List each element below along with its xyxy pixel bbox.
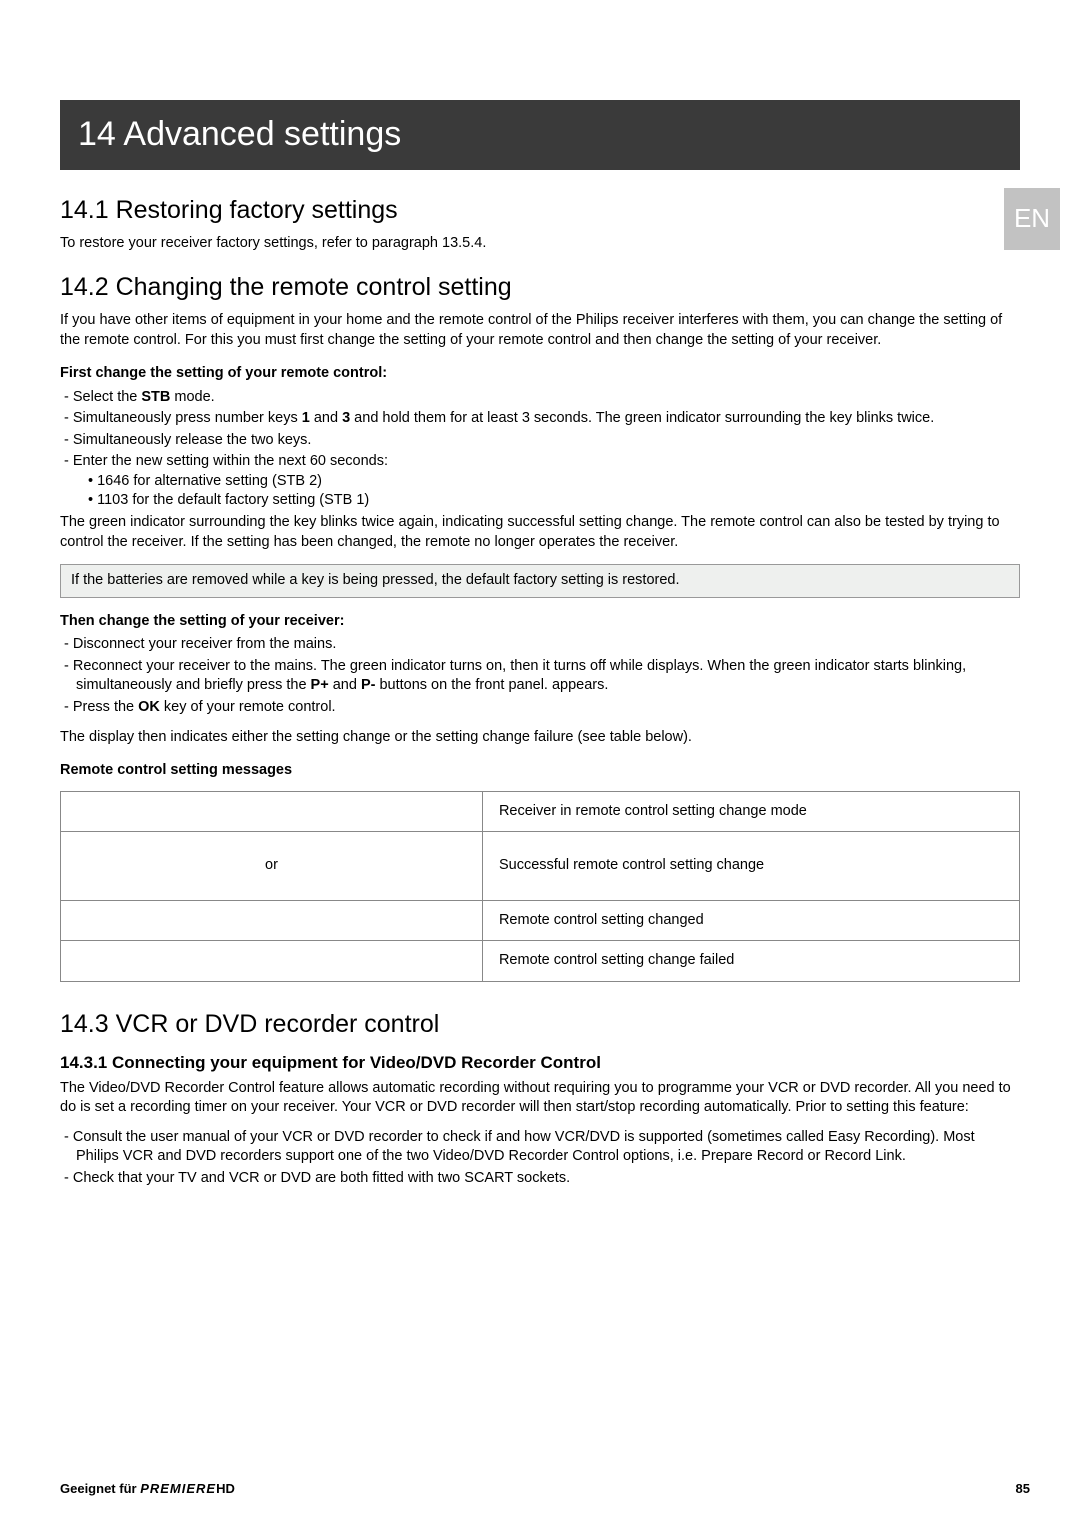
list-item: Check that your TV and VCR or DVD are bo… bbox=[60, 1169, 1020, 1189]
table-row: Remote control setting changed bbox=[61, 900, 1020, 941]
first-change-outro: The green indicator surrounding the key … bbox=[60, 513, 1020, 552]
list-item: Enter the new setting within the next 60… bbox=[60, 452, 1020, 511]
language-tab: EN bbox=[1004, 188, 1060, 250]
first-change-list: Select the STB mode. Simultaneously pres… bbox=[60, 388, 1020, 511]
then-change-list: Disconnect your receiver from the mains.… bbox=[60, 635, 1020, 717]
section-14-2-intro: If you have other items of equipment in … bbox=[60, 311, 1020, 350]
table-cell: Successful remote control setting change bbox=[482, 832, 1019, 901]
list-item: Select the STB mode. bbox=[60, 388, 1020, 408]
text-run: and bbox=[329, 677, 361, 693]
text-run: Press the bbox=[73, 699, 138, 715]
messages-heading: Remote control setting messages bbox=[60, 761, 1020, 781]
section-14-1-title: 14.1 Restoring factory settings bbox=[60, 194, 1020, 228]
section-14-1-text: To restore your receiver factory setting… bbox=[60, 234, 1020, 254]
table-row: Receiver in remote control setting chang… bbox=[61, 791, 1020, 832]
footer-left: Geeignet für PREMIEREHD bbox=[60, 1480, 235, 1498]
section-14-3-1-list: Consult the user manual of your VCR or D… bbox=[60, 1128, 1020, 1189]
p-minus-label: P- bbox=[361, 677, 376, 693]
stb-label: STB bbox=[141, 389, 170, 405]
footer-brand: PREMIERE bbox=[140, 1481, 216, 1496]
list-item: 1646 for alternative setting (STB 2) bbox=[100, 472, 1020, 492]
text-run: mode. bbox=[170, 389, 214, 405]
table-cell: Remote control setting change failed bbox=[482, 941, 1019, 982]
text-run: buttons on the front panel. appears. bbox=[375, 677, 608, 693]
text-run: and hold them for at least 3 seconds. Th… bbox=[350, 410, 934, 426]
list-item: Reconnect your receiver to the mains. Th… bbox=[60, 657, 1020, 696]
chapter-title-bar: 14 Advanced settings bbox=[60, 100, 1020, 170]
footer-text: Geeignet für bbox=[60, 1481, 140, 1496]
footer-hd: HD bbox=[216, 1481, 235, 1496]
section-14-3-1-title: 14.3.1 Connecting your equipment for Vid… bbox=[60, 1052, 1020, 1075]
section-14-3-1-intro: The Video/DVD Recorder Control feature a… bbox=[60, 1079, 1020, 1118]
messages-table: Receiver in remote control setting chang… bbox=[60, 791, 1020, 982]
page-footer: Geeignet für PREMIEREHD 85 bbox=[60, 1480, 1030, 1498]
key-3: 3 bbox=[342, 410, 350, 426]
table-cell bbox=[61, 791, 483, 832]
text-run: Enter the new setting within the next 60… bbox=[73, 453, 388, 469]
p-plus-label: P+ bbox=[311, 677, 329, 693]
then-change-heading: Then change the setting of your receiver… bbox=[60, 612, 1020, 632]
table-cell: Receiver in remote control setting chang… bbox=[482, 791, 1019, 832]
note-box: If the batteries are removed while a key… bbox=[60, 564, 1020, 598]
table-cell: or bbox=[61, 832, 483, 901]
text-run: Simultaneously press number keys bbox=[73, 410, 302, 426]
section-14-3-title: 14.3 VCR or DVD recorder control bbox=[60, 1008, 1020, 1042]
ok-label: OK bbox=[138, 699, 160, 715]
text-run: and bbox=[310, 410, 342, 426]
text-run: Select the bbox=[73, 389, 142, 405]
list-item: Simultaneously release the two keys. bbox=[60, 431, 1020, 451]
first-change-heading: First change the setting of your remote … bbox=[60, 364, 1020, 384]
table-row: or Successful remote control setting cha… bbox=[61, 832, 1020, 901]
key-1: 1 bbox=[302, 410, 310, 426]
list-item: Press the OK key of your remote control. bbox=[60, 698, 1020, 718]
list-item: Disconnect your receiver from the mains. bbox=[60, 635, 1020, 655]
list-item: Simultaneously press number keys 1 and 3… bbox=[60, 409, 1020, 429]
table-cell bbox=[61, 900, 483, 941]
list-item: Consult the user manual of your VCR or D… bbox=[60, 1128, 1020, 1167]
table-cell bbox=[61, 941, 483, 982]
table-cell: Remote control setting changed bbox=[482, 900, 1019, 941]
table-row: Remote control setting change failed bbox=[61, 941, 1020, 982]
list-item: 1103 for the default factory setting (ST… bbox=[100, 491, 1020, 511]
page-number: 85 bbox=[1016, 1480, 1030, 1498]
section-14-2-title: 14.2 Changing the remote control setting bbox=[60, 271, 1020, 305]
then-change-outro: The display then indicates either the se… bbox=[60, 728, 1020, 748]
text-run: key of your remote control. bbox=[160, 699, 336, 715]
